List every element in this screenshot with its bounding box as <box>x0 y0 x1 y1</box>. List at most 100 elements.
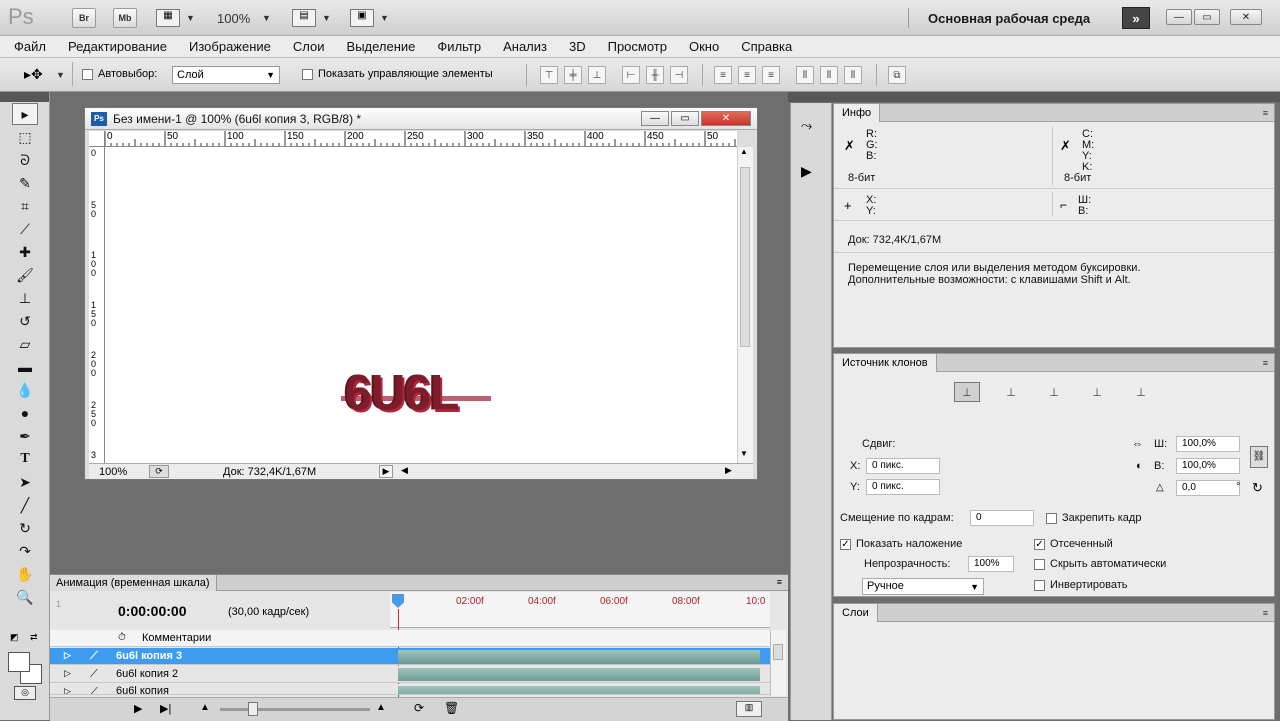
autoselect-select[interactable]: Слой ▼ <box>172 66 280 84</box>
3d-rotate-icon[interactable]: ↻ <box>12 517 38 539</box>
quick-mask-icon[interactable]: ◎ <box>14 686 36 700</box>
vertical-scrollbar[interactable]: ▲ ▼ <box>737 147 753 463</box>
menu-3d[interactable]: 3D <box>569 39 586 54</box>
close-button[interactable]: ✕ <box>1230 9 1262 25</box>
panel-menu-icon[interactable]: ≡ <box>1263 608 1268 618</box>
invert-checkbox[interactable] <box>1034 579 1045 591</box>
zoom-tool-icon[interactable]: 🔍 <box>12 586 38 608</box>
scroll-left-icon[interactable]: ◀ <box>401 465 408 476</box>
align-bottom-icon[interactable]: ⊥ <box>588 66 606 84</box>
eraser-icon[interactable]: ▱ <box>12 333 38 355</box>
clone-source-4-icon[interactable]: ⊥ <box>1084 382 1110 402</box>
trash-icon[interactable]: 🗑 <box>444 701 459 715</box>
menu-select[interactable]: Выделение <box>347 39 416 54</box>
hand-tool-icon[interactable]: ✋ <box>12 563 38 585</box>
type-tool-icon[interactable]: T <box>12 448 38 470</box>
expand-triangle-icon[interactable]: ▷ <box>64 650 71 661</box>
layer-duration-bar[interactable] <box>398 650 760 663</box>
tab-animation[interactable]: Анимация (временная шкала) <box>50 575 217 591</box>
layer-row-selected[interactable]: ▷ ⟋ 6u6l копия 3 <box>50 648 770 665</box>
playhead-icon[interactable] <box>392 594 404 608</box>
history-panel-icon[interactable]: ⤳ <box>801 117 812 134</box>
foreground-color[interactable] <box>8 652 30 672</box>
swap-colors-icon[interactable]: ⇄ <box>30 632 38 643</box>
move-tool-icon[interactable]: ▸ <box>12 103 38 125</box>
distribute-bottom-icon[interactable]: ≡ <box>762 66 780 84</box>
slider-handle[interactable] <box>248 702 258 716</box>
scroll-right-icon[interactable]: ▶ <box>725 465 732 476</box>
eyedropper-icon[interactable]: ⟋ <box>12 218 38 240</box>
chevron-down-icon[interactable]: ▼ <box>322 13 331 23</box>
layer-duration-bar[interactable] <box>398 686 760 694</box>
bridge-button[interactable]: Br <box>72 8 96 28</box>
opacity-input[interactable]: 100% <box>968 556 1014 572</box>
layer-duration-bar[interactable] <box>398 668 760 681</box>
menu-view[interactable]: Просмотр <box>608 39 667 54</box>
menu-edit[interactable]: Редактирование <box>68 39 167 54</box>
pen-tool-icon[interactable]: ✒ <box>12 425 38 447</box>
clone-source-5-icon[interactable]: ⊥ <box>1128 382 1154 402</box>
document-title-bar[interactable]: Ps Без имени-1 @ 100% (6u6l копия 3, RGB… <box>85 108 757 130</box>
healing-brush-icon[interactable]: ✚ <box>12 241 38 263</box>
tab-clone-source[interactable]: Источник клонов <box>834 354 937 372</box>
align-top-icon[interactable]: ⊤ <box>540 66 558 84</box>
maximize-button[interactable]: ▭ <box>1194 9 1220 25</box>
ruler-origin[interactable] <box>89 131 105 147</box>
doc-minimize-button[interactable]: — <box>641 111 669 126</box>
chevron-down-icon[interactable]: ▼ <box>186 13 195 23</box>
marquee-tool-icon[interactable]: ⬚ <box>12 126 38 148</box>
menu-analysis[interactable]: Анализ <box>503 39 547 54</box>
layer-row[interactable]: ▷ ⟋ 6u6l копия 2 <box>50 666 770 683</box>
height-input[interactable]: 100,0% <box>1176 458 1240 474</box>
width-input[interactable]: 100,0% <box>1176 436 1240 452</box>
blur-tool-icon[interactable]: 💧 <box>12 379 38 401</box>
dodge-tool-icon[interactable]: ● <box>12 402 38 424</box>
align-hcenter-icon[interactable]: ╫ <box>646 66 664 84</box>
brush-tool-icon[interactable]: 🖌 <box>12 264 38 286</box>
line-tool-icon[interactable]: ╱ <box>12 494 38 516</box>
distribute-hcenter-icon[interactable]: ⫴ <box>820 66 838 84</box>
minimize-button[interactable]: — <box>1166 9 1192 25</box>
overlay-mode-select[interactable]: Ручное ▼ <box>862 578 984 595</box>
show-controls-checkbox[interactable] <box>302 68 313 80</box>
status-menu-arrow-icon[interactable]: ▶ <box>379 465 393 478</box>
chevron-down-icon[interactable]: ▼ <box>380 13 389 23</box>
link-icon[interactable]: ⛓ <box>1250 446 1268 468</box>
timecode[interactable]: 0:00:00:00 <box>118 603 187 619</box>
menu-filter[interactable]: Фильтр <box>437 39 481 54</box>
actions-panel-icon[interactable]: ▶ <box>801 163 812 180</box>
arrange-documents-icon[interactable]: ▤ <box>292 9 316 27</box>
timeline-zoom-slider[interactable] <box>220 708 370 711</box>
menu-image[interactable]: Изображение <box>189 39 271 54</box>
menu-file[interactable]: Файл <box>14 39 46 54</box>
status-zoom[interactable]: 100% <box>99 466 127 478</box>
eyedropper-icon[interactable]: ✗ <box>844 138 855 154</box>
autoselect-checkbox[interactable] <box>82 68 93 80</box>
timeline-ruler[interactable]: 02:00f 04:00f 06:00f 08:00f 10:0 <box>390 592 770 628</box>
workspace-label[interactable]: Основная рабочая среда <box>928 11 1090 26</box>
clipped-checkbox[interactable] <box>1034 538 1045 550</box>
expand-triangle-icon[interactable]: ▷ <box>64 668 71 679</box>
scrollbar-thumb[interactable] <box>773 644 783 660</box>
quick-select-icon[interactable]: ✎ <box>12 172 38 194</box>
canvas-logo-text[interactable]: 6U6L <box>345 368 459 419</box>
zoom-level[interactable]: 100% <box>217 11 250 26</box>
reset-transform-icon[interactable]: ↻ <box>1252 480 1263 496</box>
scroll-down-icon[interactable]: ▼ <box>740 449 748 458</box>
clone-source-2-icon[interactable]: ⊥ <box>998 382 1024 402</box>
tab-layers[interactable]: Слои <box>834 604 878 622</box>
distribute-right-icon[interactable]: ⫴ <box>844 66 862 84</box>
doc-close-button[interactable]: ✕ <box>701 111 751 126</box>
chevron-down-icon[interactable]: ▼ <box>262 13 271 23</box>
scrollbar-thumb[interactable] <box>740 167 750 347</box>
gradient-tool-icon[interactable]: ▬ <box>12 356 38 378</box>
canvas[interactable]: 6U6L <box>105 147 737 463</box>
play-icon[interactable]: ▶ <box>134 702 142 715</box>
clone-source-3-icon[interactable]: ⊥ <box>1041 382 1067 402</box>
align-right-icon[interactable]: ⊣ <box>670 66 688 84</box>
expand-triangle-icon[interactable]: ▷ <box>64 686 71 694</box>
align-left-icon[interactable]: ⊢ <box>622 66 640 84</box>
workspace-more-button[interactable]: » <box>1122 7 1150 29</box>
menu-layers[interactable]: Слои <box>293 39 325 54</box>
next-frame-icon[interactable]: ▶| <box>160 702 171 715</box>
